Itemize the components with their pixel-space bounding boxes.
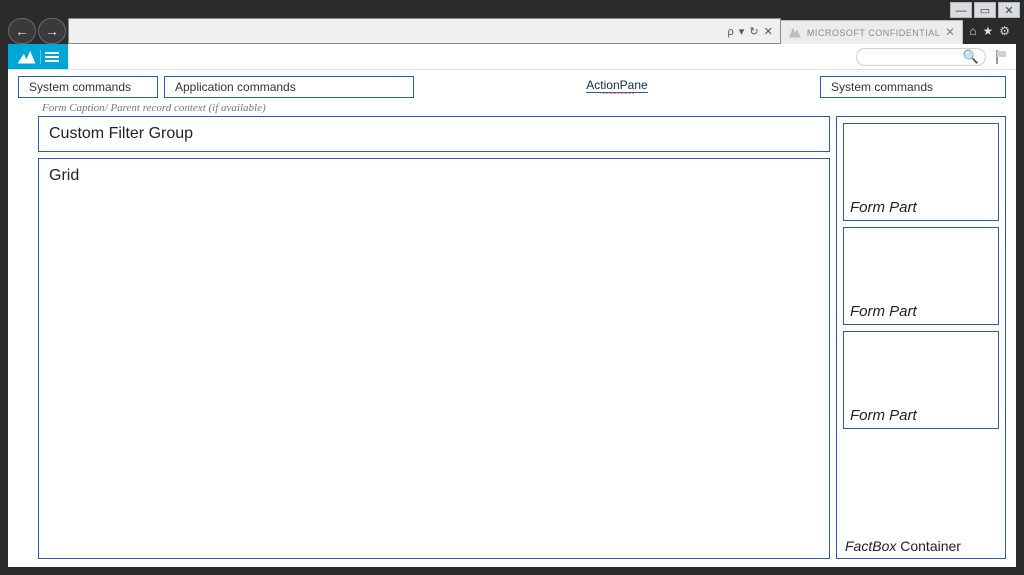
address-bar[interactable]: ρ ▾ ↻ ✕: [68, 18, 781, 44]
search-input[interactable]: 🔍: [856, 48, 986, 66]
tab-close-icon[interactable]: ✕: [944, 26, 956, 38]
body-area: Custom Filter Group Grid Form Part Form …: [8, 114, 1016, 567]
back-button[interactable]: ←: [8, 18, 36, 44]
custom-filter-group[interactable]: Custom Filter Group: [38, 116, 830, 152]
flag-icon[interactable]: [994, 50, 1008, 64]
grid[interactable]: Grid: [38, 158, 830, 559]
browser-bar: ← → ρ ▾ ↻ ✕ MICROSOFT CONFIDENTIAL ✕ ⌂ ★…: [8, 18, 1016, 44]
dynamics-logo-icon: [18, 50, 36, 64]
action-pane-label-group: ActionPane ~~~~~~~~~: [420, 78, 814, 97]
app-chrome-right: 🔍: [848, 44, 1016, 69]
factbox-container: Form Part Form Part Form Part FactBox Co…: [836, 116, 1006, 559]
logo-divider: [40, 50, 41, 64]
form-caption: Form Caption/ Parent record context (if …: [8, 100, 1016, 114]
app-surface: 🔍 System commands Application commands A…: [8, 44, 1016, 567]
form-part-label: Form Part: [850, 199, 917, 216]
window-controls: — ▭ ✕: [950, 2, 1020, 18]
address-bar-controls: ρ ▾ ↻ ✕: [727, 25, 773, 38]
home-icon[interactable]: ⌂: [969, 24, 976, 38]
menu-icon: [45, 52, 59, 62]
form-part-label: Form Part: [850, 303, 917, 320]
action-pane-row: System commands Application commands Act…: [8, 70, 1016, 100]
form-part-3[interactable]: Form Part: [843, 331, 999, 429]
factbox-label-rest: Container: [896, 538, 961, 554]
system-commands-left[interactable]: System commands: [18, 76, 158, 98]
minimize-button[interactable]: —: [950, 2, 972, 18]
factbox-label-italic: FactBox: [845, 538, 896, 554]
form-part-2[interactable]: Form Part: [843, 227, 999, 325]
tab-strip: MICROSOFT CONFIDENTIAL ✕: [781, 18, 963, 44]
form-part-label: Form Part: [850, 407, 917, 424]
system-commands-right[interactable]: System commands: [820, 76, 1006, 98]
main-column: Custom Filter Group Grid: [38, 116, 830, 559]
browser-right-icons: ⌂ ★ ⚙: [963, 18, 1016, 44]
favorite-icon[interactable]: ★: [982, 24, 993, 38]
browser-tab[interactable]: MICROSOFT CONFIDENTIAL ✕: [781, 20, 963, 44]
restore-button[interactable]: ▭: [974, 2, 996, 18]
close-window-button[interactable]: ✕: [998, 2, 1020, 18]
search-icon: 🔍: [963, 49, 979, 65]
action-pane-wrapper: System commands Application commands Act…: [8, 70, 1016, 100]
tab-label: MICROSOFT CONFIDENTIAL: [807, 28, 940, 38]
spellcheck-indicator: ~~~~~~~~~: [600, 91, 633, 97]
form-part-1[interactable]: Form Part: [843, 123, 999, 221]
dynamics-logo-icon: [789, 28, 801, 38]
factbox-container-label: FactBox Container: [845, 538, 961, 554]
forward-button[interactable]: →: [38, 18, 66, 44]
settings-icon[interactable]: ⚙: [999, 24, 1010, 38]
app-chrome-row: 🔍: [8, 44, 1016, 70]
app-logo-block[interactable]: [8, 44, 68, 69]
application-commands[interactable]: Application commands: [164, 76, 414, 98]
